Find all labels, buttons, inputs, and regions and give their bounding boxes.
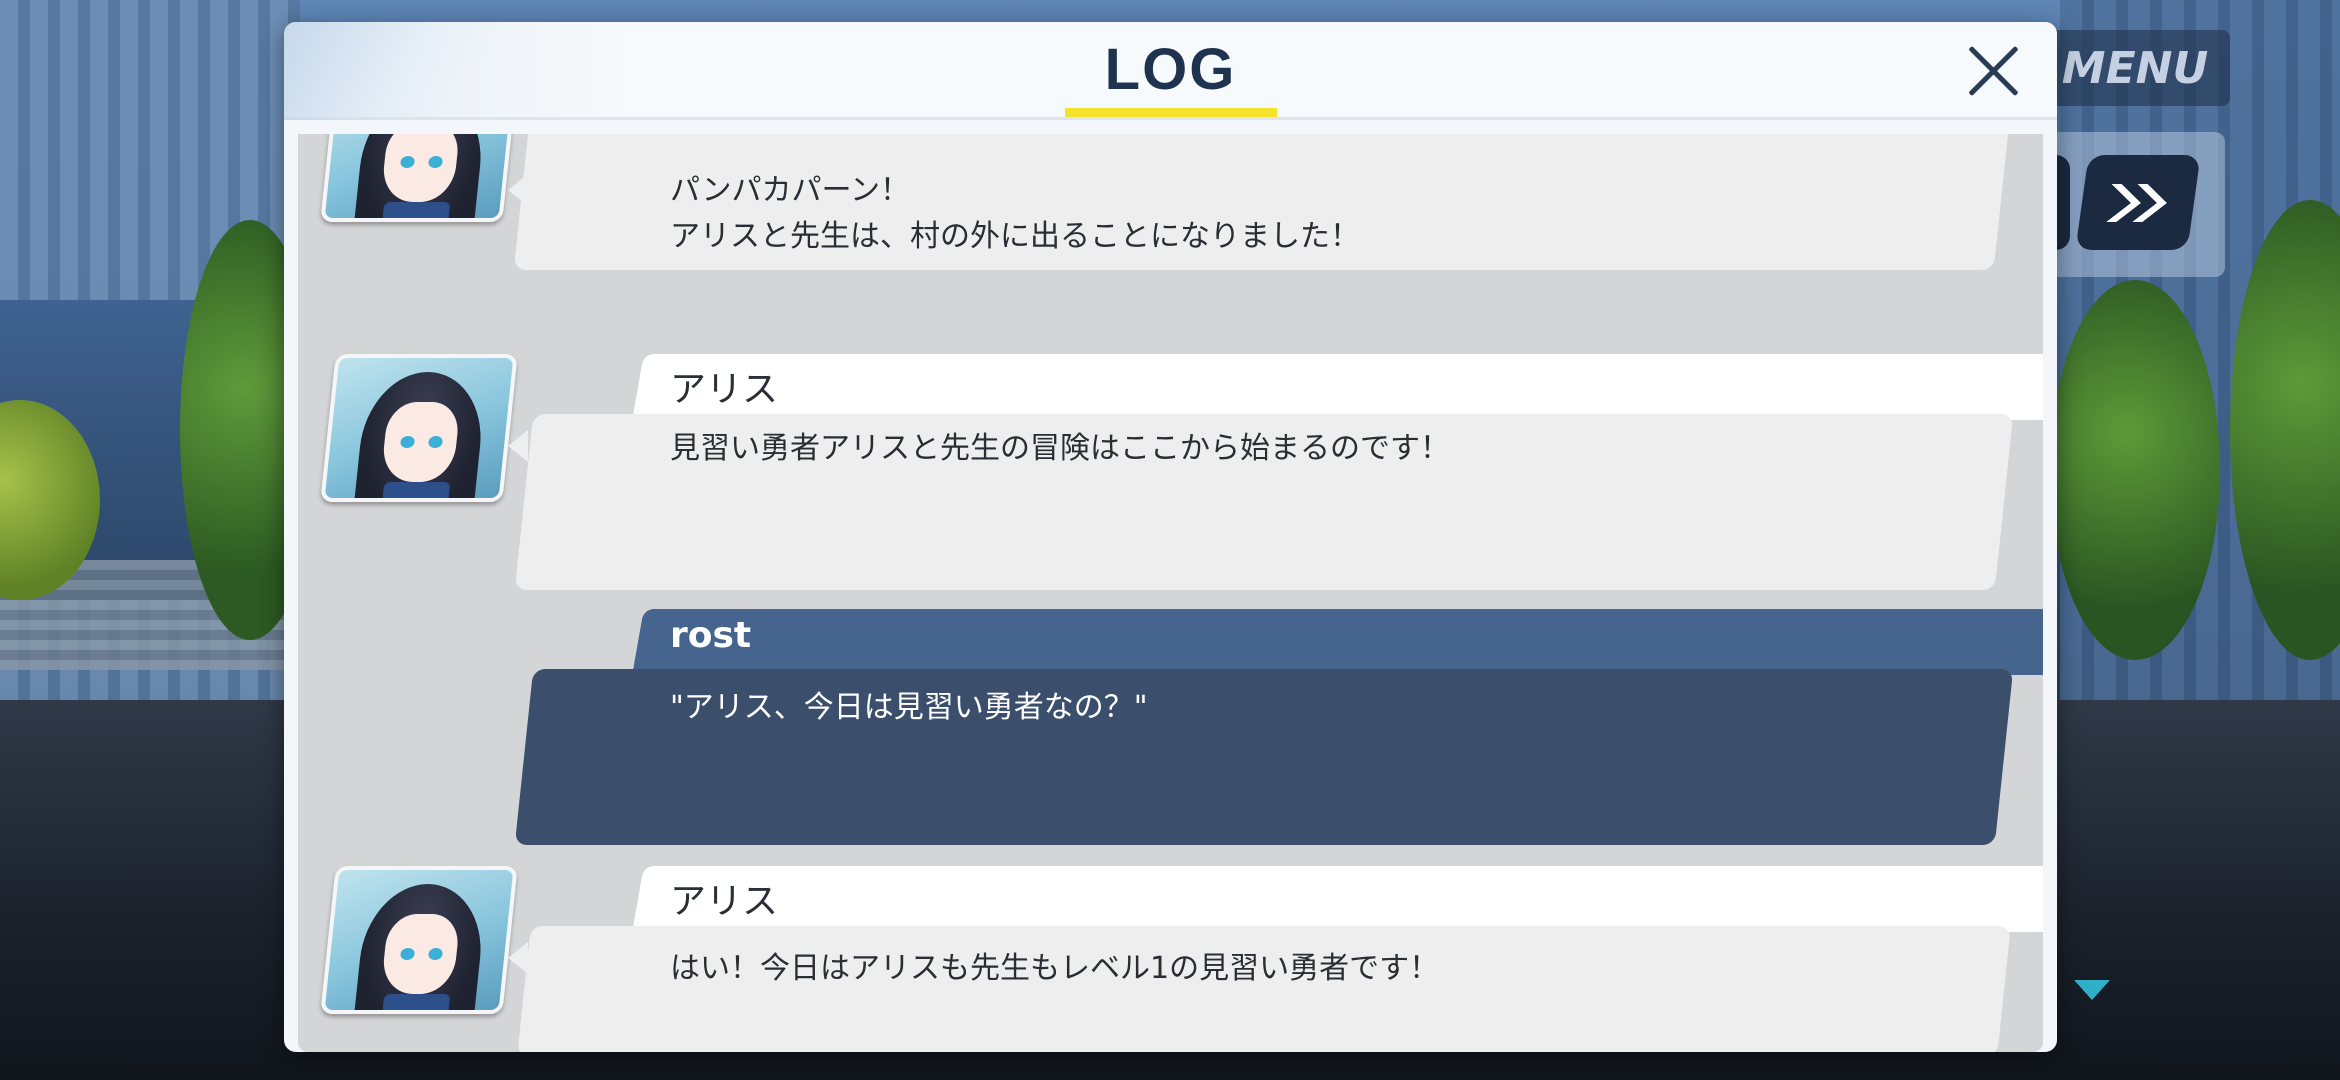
scroll-down-indicator — [2074, 980, 2110, 1000]
bubble-tip — [508, 942, 528, 974]
message-text: "アリス、今日は見習い勇者なの？" — [670, 690, 1148, 725]
speaker-name-bar — [632, 609, 2043, 675]
character-avatar — [320, 134, 518, 222]
menu-button[interactable]: MENU — [2040, 30, 2230, 106]
tree — [2050, 280, 2220, 660]
speaker-name: アリス — [670, 881, 779, 922]
character-avatar — [320, 354, 518, 502]
log-title: LOG — [1104, 37, 1237, 102]
speaker-name-bar — [632, 866, 2043, 932]
speaker-name: アリス — [670, 369, 779, 410]
title-underline — [1065, 108, 1277, 117]
speaker-name-bar — [632, 354, 2043, 420]
bubble-tip — [508, 430, 528, 462]
log-list[interactable]: パンパカパーン！ アリスと先生は、村の外に出ることになりました！ アリス 見習い… — [298, 134, 2043, 1052]
character-avatar — [320, 866, 518, 1014]
close-icon[interactable] — [1958, 36, 2028, 106]
skip-button[interactable] — [2075, 155, 2201, 250]
message-text: 見習い勇者アリスと先生の冒険はここから始まるのです！ — [670, 431, 1450, 466]
message-text: はい！今日はアリスも先生もレベル1の見習い勇者です！ — [670, 951, 1440, 986]
speaker-name: rost — [670, 615, 752, 656]
message-text: パンパカパーン！ アリスと先生は、村の外に出ることになりました！ — [670, 173, 1360, 254]
fast-forward-icon — [2106, 183, 2167, 222]
log-panel: LOG パンパカパーン！ アリスと先生は、村の外に出ることになりました！ アリス… — [284, 22, 2057, 1052]
log-header: LOG — [284, 22, 2057, 120]
